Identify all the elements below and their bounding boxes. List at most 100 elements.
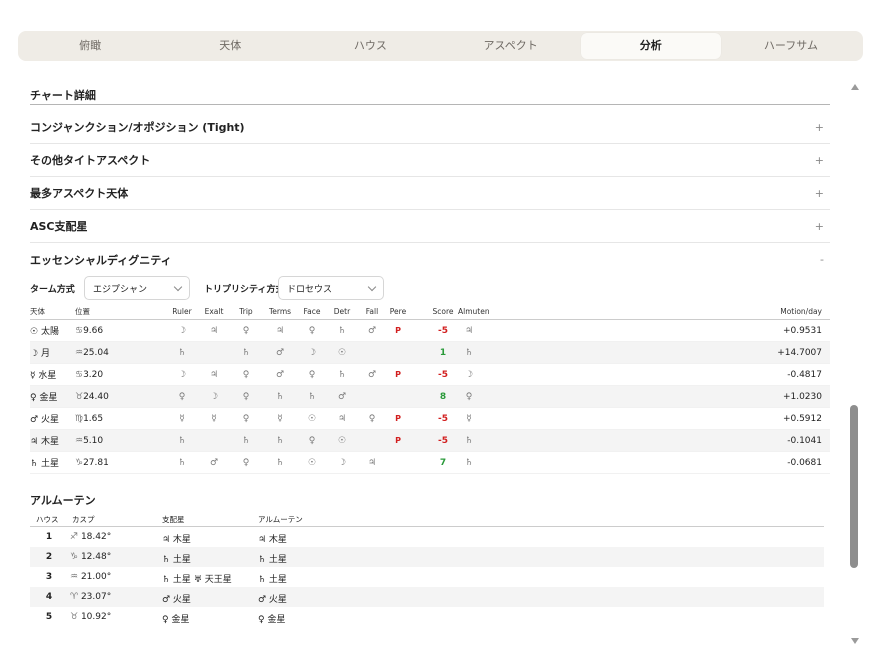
dignity-table: 天体 位置 Ruler Exalt Trip Terms Face Detr F… <box>30 304 830 474</box>
ruler-cell: ♃ 木星 <box>162 535 191 545</box>
face-cell: ♀ <box>308 369 316 380</box>
expand-icon: + <box>814 120 824 134</box>
terms-cell: ♂ <box>275 369 285 380</box>
accordion-most-aspected[interactable]: 最多アスペクト天体 + <box>30 177 830 210</box>
almuten-table-header: ハウス カスプ 支配星 アルムーテン <box>30 512 824 527</box>
score-cell: -5 <box>438 435 448 446</box>
tab-aspects[interactable]: アスペクト <box>441 33 581 59</box>
house-cell: 2 <box>45 552 53 562</box>
tab-houses[interactable]: ハウス <box>300 33 440 59</box>
almuten-title: アルムーテン <box>30 494 96 507</box>
col-house: ハウス <box>36 515 59 524</box>
ruler-cell: ♄ <box>177 347 187 358</box>
detr-cell: ☉ <box>337 435 347 446</box>
collapse-icon: - <box>820 253 824 266</box>
trip-cell: ♄ <box>241 435 251 446</box>
col-motion: Motion/day <box>780 307 822 316</box>
house-cell: 5 <box>45 612 53 622</box>
almuten-row: 2 ♑ 12.48° ♄ 土星 ♄ 土星 <box>30 547 824 567</box>
almuten-cell: ♄ 土星 <box>258 575 287 585</box>
position-cell: ♉24.40 <box>75 391 109 402</box>
expand-icon: + <box>814 219 824 233</box>
detr-cell: ♄ <box>337 325 347 336</box>
term-method-value: エジプシャン <box>93 284 148 295</box>
tab-analysis[interactable]: 分析 <box>580 33 721 59</box>
pere-cell: P <box>395 414 401 423</box>
pere-cell: P <box>395 370 401 379</box>
almuten-cell: ☿ <box>466 413 472 424</box>
motion-cell: +1.0230 <box>782 391 822 402</box>
score-cell: 7 <box>439 457 447 468</box>
col-almuten: アルムーテン <box>258 515 303 524</box>
accordion-label: エッセンシャルディグニティ <box>30 253 172 267</box>
accordion-conjunction-opposition[interactable]: コンジャンクション/オポジション (Tight) + <box>30 111 830 144</box>
section-title: チャート詳細 <box>30 89 96 102</box>
tab-halfsums[interactable]: ハーフサム <box>721 33 861 59</box>
almuten-cell: ♄ <box>464 435 474 446</box>
almuten-row: 4 ♈ 23.07° ♂ 火星 ♂ 火星 <box>30 587 824 607</box>
exalt-cell: ♃ <box>209 369 219 380</box>
almuten-table: ハウス カスプ 支配星 アルムーテン 1 ♐ 18.42° ♃ 木星 ♃ 木星 2 ♑ … <box>30 512 824 627</box>
dignity-row: ♃ 木星 ♒5.10 ♄ ♄ ♄ ♀ ☉ P -5 ♄ -0.1041 <box>30 430 830 452</box>
planet-cell: ☿ 水星 <box>30 371 57 381</box>
dignity-row: ☿ 水星 ♋3.20 ☽ ♃ ♀ ♂ ♀ ♄ ♂ P -5 ☽ -0.4817 <box>30 364 830 386</box>
scroll-up-arrow-icon[interactable] <box>851 84 859 90</box>
cusp-cell: ♒ 21.00° <box>70 572 112 582</box>
position-cell: ♋9.66 <box>75 325 104 336</box>
term-method-select[interactable]: エジプシャン <box>84 276 190 300</box>
fall-cell: ♃ <box>367 457 377 468</box>
col-exalt: Exalt <box>204 307 224 316</box>
cusp-cell: ♉ 10.92° <box>70 612 112 622</box>
accordion-essential-dignity[interactable]: エッセンシャルディグニティ - <box>30 243 830 276</box>
expand-icon: + <box>814 186 824 200</box>
planet-cell: ♃ 木星 <box>30 437 59 447</box>
exalt-cell: ☿ <box>211 413 217 424</box>
triplicity-method-select[interactable]: ドロセウス <box>278 276 384 300</box>
accordion-asc-ruler[interactable]: ASC支配星 + <box>30 210 830 243</box>
accordion-label: その他タイトアスペクト <box>30 154 151 167</box>
face-cell: ♀ <box>308 325 316 336</box>
chevron-down-icon <box>367 282 377 292</box>
col-cusp: カスプ <box>72 515 95 524</box>
scroll-down-arrow-icon[interactable] <box>851 638 859 644</box>
detr-cell: ☽ <box>337 457 347 468</box>
chevron-down-icon <box>173 282 183 292</box>
face-cell: ☉ <box>307 413 317 424</box>
ruler-cell: ♄ <box>177 457 187 468</box>
face-cell: ♄ <box>307 391 317 402</box>
tab-planets[interactable]: 天体 <box>160 33 300 59</box>
fall-cell: ♂ <box>367 369 377 380</box>
motion-cell: +14.7007 <box>777 347 822 358</box>
ruler-cell: ♀ 金星 <box>162 615 190 625</box>
terms-cell: ♂ <box>275 347 285 358</box>
accordion-label: ASC支配星 <box>30 220 88 233</box>
face-cell: ☽ <box>307 347 317 358</box>
ruler-cell: ♀ <box>178 391 186 402</box>
ruler-cell: ☽ <box>177 369 187 380</box>
accordion-other-tight-aspects[interactable]: その他タイトアスペクト + <box>30 144 830 177</box>
dignity-row: ♀ 金星 ♉24.40 ♀ ☽ ♀ ♄ ♄ ♂ 8 ♀ +1.0230 <box>30 386 830 408</box>
almuten-row: 1 ♐ 18.42° ♃ 木星 ♃ 木星 <box>30 527 824 547</box>
col-detr: Detr <box>333 307 351 316</box>
almuten-cell: ♂ 火星 <box>258 595 287 605</box>
score-cell: 1 <box>439 347 447 358</box>
house-cell: 3 <box>45 572 53 582</box>
exalt-cell: ♃ <box>209 325 219 336</box>
scrollbar-thumb[interactable] <box>850 405 858 568</box>
col-score: Score <box>432 307 454 316</box>
col-planet: 天体 <box>30 307 45 316</box>
tab-bar: 俯瞰 天体 ハウス アスペクト 分析 ハーフサム <box>18 31 863 61</box>
expand-icon: + <box>814 153 824 167</box>
term-method-label: ターム方式 <box>30 285 75 295</box>
dignity-row: ☽ 月 ♒25.04 ♄ ♄ ♂ ☽ ☉ 1 ♄ +14.7007 <box>30 342 830 364</box>
ruler-cell: ♂ 火星 <box>162 595 191 605</box>
col-fall: Fall <box>365 307 379 316</box>
terms-cell: ♄ <box>275 435 285 446</box>
motion-cell: -0.0681 <box>787 457 822 468</box>
position-cell: ♒25.04 <box>75 347 109 358</box>
dignity-row: ♄ 土星 ♑27.81 ♄ ♂ ♀ ♄ ☉ ☽ ♃ 7 ♄ -0.0681 <box>30 452 830 474</box>
almuten-cell: ♀ <box>465 391 473 402</box>
score-cell: 8 <box>439 391 447 402</box>
almuten-row: 3 ♒ 21.00° ♄ 土星 ♅ 天王星 ♄ 土星 <box>30 567 824 587</box>
tab-overview[interactable]: 俯瞰 <box>20 33 160 59</box>
